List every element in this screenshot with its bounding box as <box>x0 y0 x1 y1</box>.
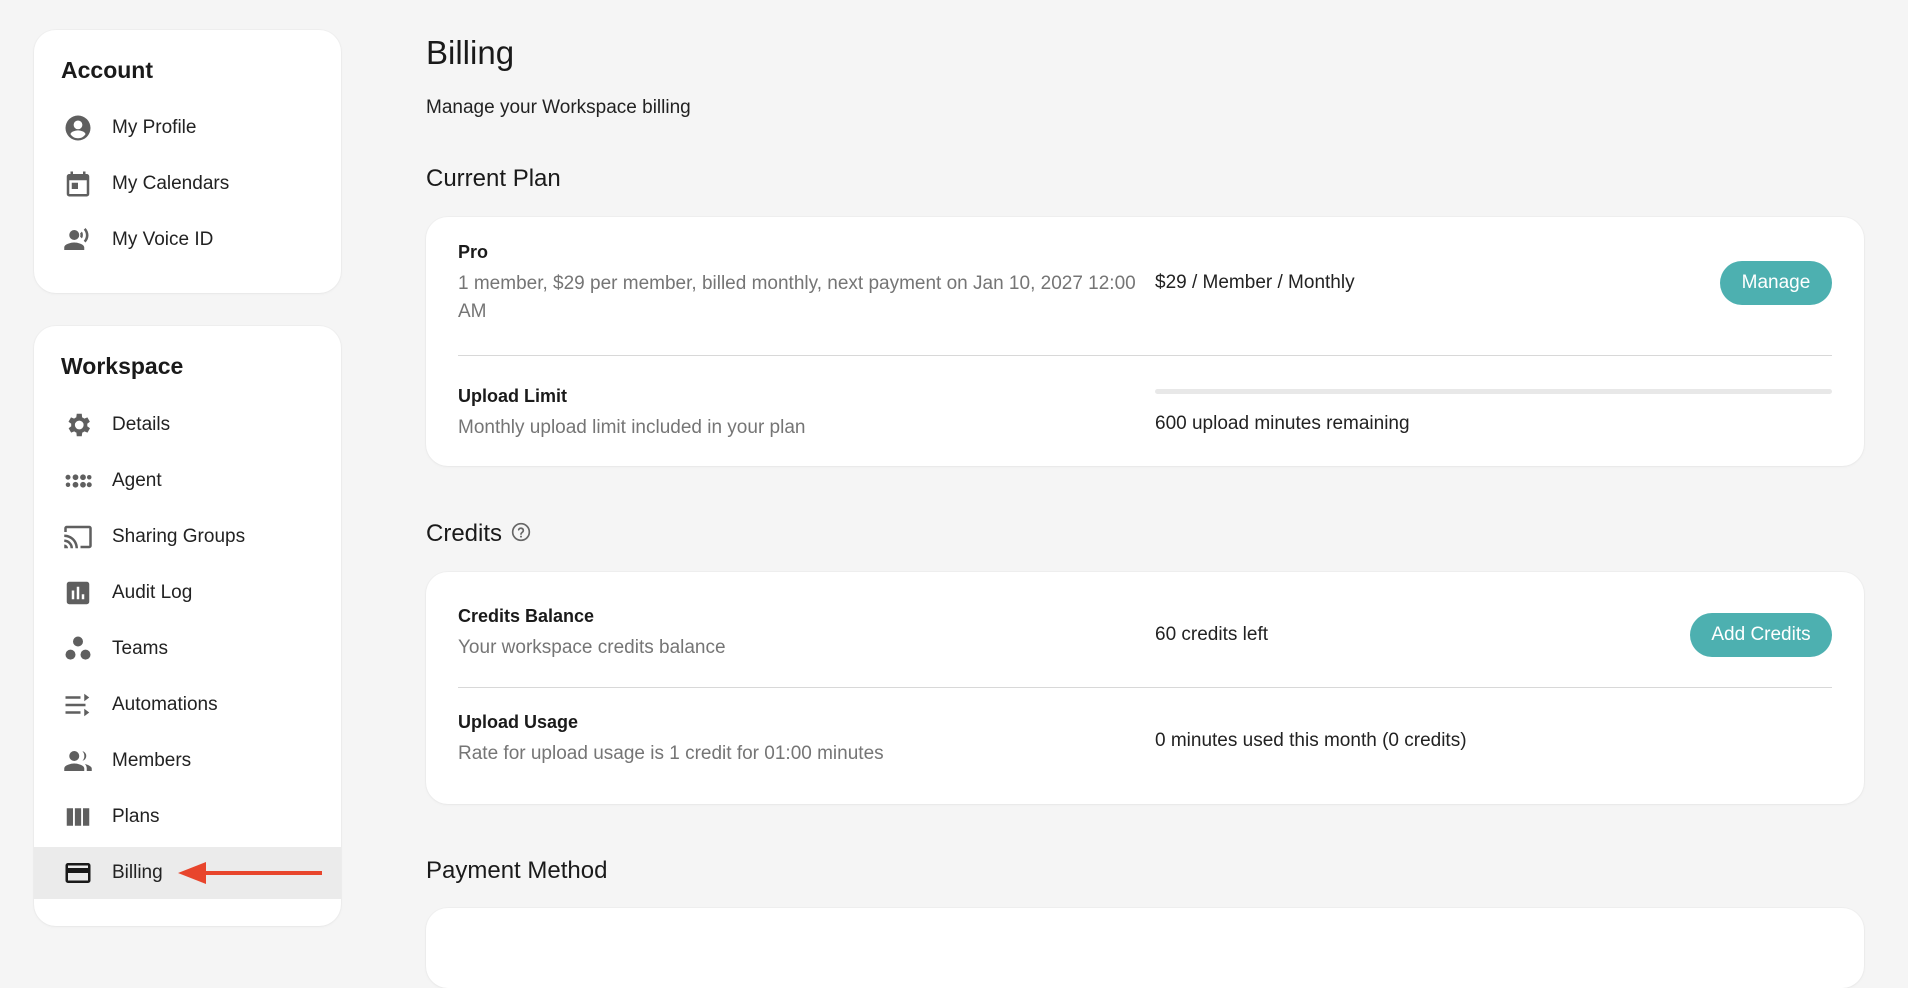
divider <box>458 355 1832 356</box>
add-credits-button[interactable]: Add Credits <box>1690 613 1832 657</box>
columns-icon <box>61 800 95 834</box>
sidebar-item-my-voice-id[interactable]: My Voice ID <box>34 214 341 266</box>
bar-chart-icon <box>61 576 95 610</box>
cast-icon <box>61 520 95 554</box>
upload-usage-title: Upload Usage <box>458 712 579 732</box>
sidebar-item-label: Billing <box>112 862 163 883</box>
sidebar-item-label: My Calendars <box>112 173 230 194</box>
upload-usage-value: 0 minutes used this month (0 credits) <box>1155 730 1467 751</box>
upload-usage-description: Rate for upload usage is 1 credit for 01… <box>458 743 884 764</box>
sidebar-item-label: Details <box>112 414 171 435</box>
sidebar-item-label: Sharing Groups <box>112 526 246 547</box>
account-heading: Account <box>61 57 153 83</box>
upload-limit-description: Monthly upload limit included in your pl… <box>458 417 806 438</box>
help-icon[interactable] <box>511 522 531 542</box>
credit-card-icon <box>61 856 95 890</box>
workspace-heading: Workspace <box>61 353 184 379</box>
sidebar-item-label: Plans <box>112 806 160 827</box>
sidebar-item-agent[interactable]: Agent <box>34 455 341 507</box>
voice-id-icon <box>61 223 95 257</box>
current-plan-card: Pro 1 member, $29 per member, billed mon… <box>426 217 1864 466</box>
agent-icon <box>61 464 95 498</box>
credits-balance-title: Credits Balance <box>458 606 595 626</box>
sidebar-item-details[interactable]: Details <box>34 399 341 451</box>
page-subtitle: Manage your Workspace billing <box>426 97 691 118</box>
sidebar-item-teams[interactable]: Teams <box>34 623 341 675</box>
sidebar-item-sharing-groups[interactable]: Sharing Groups <box>34 511 341 563</box>
sidebar-item-label: My Profile <box>112 117 197 138</box>
page-title: Billing <box>426 34 515 71</box>
sidebar-item-automations[interactable]: Automations <box>34 679 341 731</box>
credits-balance-description: Your workspace credits balance <box>458 637 726 658</box>
automation-icon <box>61 688 95 722</box>
calendar-icon <box>61 167 95 201</box>
sidebar-item-audit-log[interactable]: Audit Log <box>34 567 341 619</box>
manage-button[interactable]: Manage <box>1720 261 1832 305</box>
sidebar-item-my-profile[interactable]: My Profile <box>34 102 341 154</box>
plan-name: Pro <box>458 242 489 262</box>
sidebar-item-label: Agent <box>112 470 162 491</box>
plan-price: $29 / Member / Monthly <box>1155 272 1355 293</box>
sidebar-item-plans[interactable]: Plans <box>34 791 341 843</box>
upload-limit-progress-bar <box>1155 389 1832 394</box>
sidebar-item-label: Audit Log <box>112 582 193 603</box>
sidebar-item-label: Automations <box>112 694 218 715</box>
sidebar-item-label: Teams <box>112 638 168 659</box>
gear-icon <box>61 408 95 442</box>
annotation-arrow <box>178 862 322 884</box>
workspace-card: Workspace Details Agent Sharing Groups A… <box>34 326 341 926</box>
payment-method-card <box>426 908 1864 988</box>
upload-minutes-remaining: 600 upload minutes remaining <box>1155 413 1410 434</box>
credits-heading: Credits <box>426 520 503 547</box>
plan-description: 1 member, $29 per member, billed monthly… <box>458 273 1136 322</box>
sidebar-item-label: Members <box>112 750 192 771</box>
credits-balance-value: 60 credits left <box>1155 624 1268 645</box>
credits-card: Credits Balance Your workspace credits b… <box>426 572 1864 804</box>
members-icon <box>61 744 95 778</box>
payment-method-heading: Payment Method <box>426 857 608 884</box>
account-card: Account My Profile My Calendars My Voice… <box>34 30 341 293</box>
upload-limit-title: Upload Limit <box>458 386 567 406</box>
sidebar-item-label: My Voice ID <box>112 229 214 250</box>
current-plan-heading: Current Plan <box>426 165 561 192</box>
account-circle-icon <box>61 111 95 145</box>
teams-icon <box>61 632 95 666</box>
sidebar-item-my-calendars[interactable]: My Calendars <box>34 158 341 210</box>
sidebar-item-members[interactable]: Members <box>34 735 341 787</box>
divider <box>458 687 1832 688</box>
